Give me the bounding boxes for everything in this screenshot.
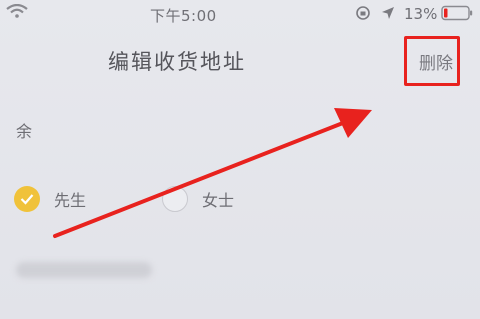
gender-option-female[interactable]: 女士	[162, 184, 262, 212]
page-title: 编辑收货地址	[108, 50, 246, 74]
contact-name-field[interactable]: 余	[16, 118, 32, 142]
edit-address-screen: 下午5:00 13% 编辑收货地址 删除 余 先生 女士	[0, 0, 480, 319]
location-icon	[382, 7, 394, 19]
wifi-icon	[6, 4, 28, 18]
rotation-lock-icon	[356, 6, 370, 20]
status-bar: 下午5:00 13%	[0, 0, 480, 28]
delete-button[interactable]: 删除	[404, 36, 460, 86]
status-time: 下午5:00	[150, 7, 217, 25]
gender-option-male[interactable]: 先生	[14, 184, 114, 212]
gender-label-female: 女士	[202, 191, 235, 210]
radio-checked-icon	[14, 186, 40, 212]
delete-label: 删除	[419, 54, 453, 74]
gender-label-male: 先生	[54, 191, 87, 210]
battery-percent: 13%	[404, 5, 438, 23]
phone-field-blurred[interactable]	[16, 262, 152, 278]
battery-icon	[441, 5, 473, 21]
radio-unchecked-icon	[162, 186, 188, 212]
